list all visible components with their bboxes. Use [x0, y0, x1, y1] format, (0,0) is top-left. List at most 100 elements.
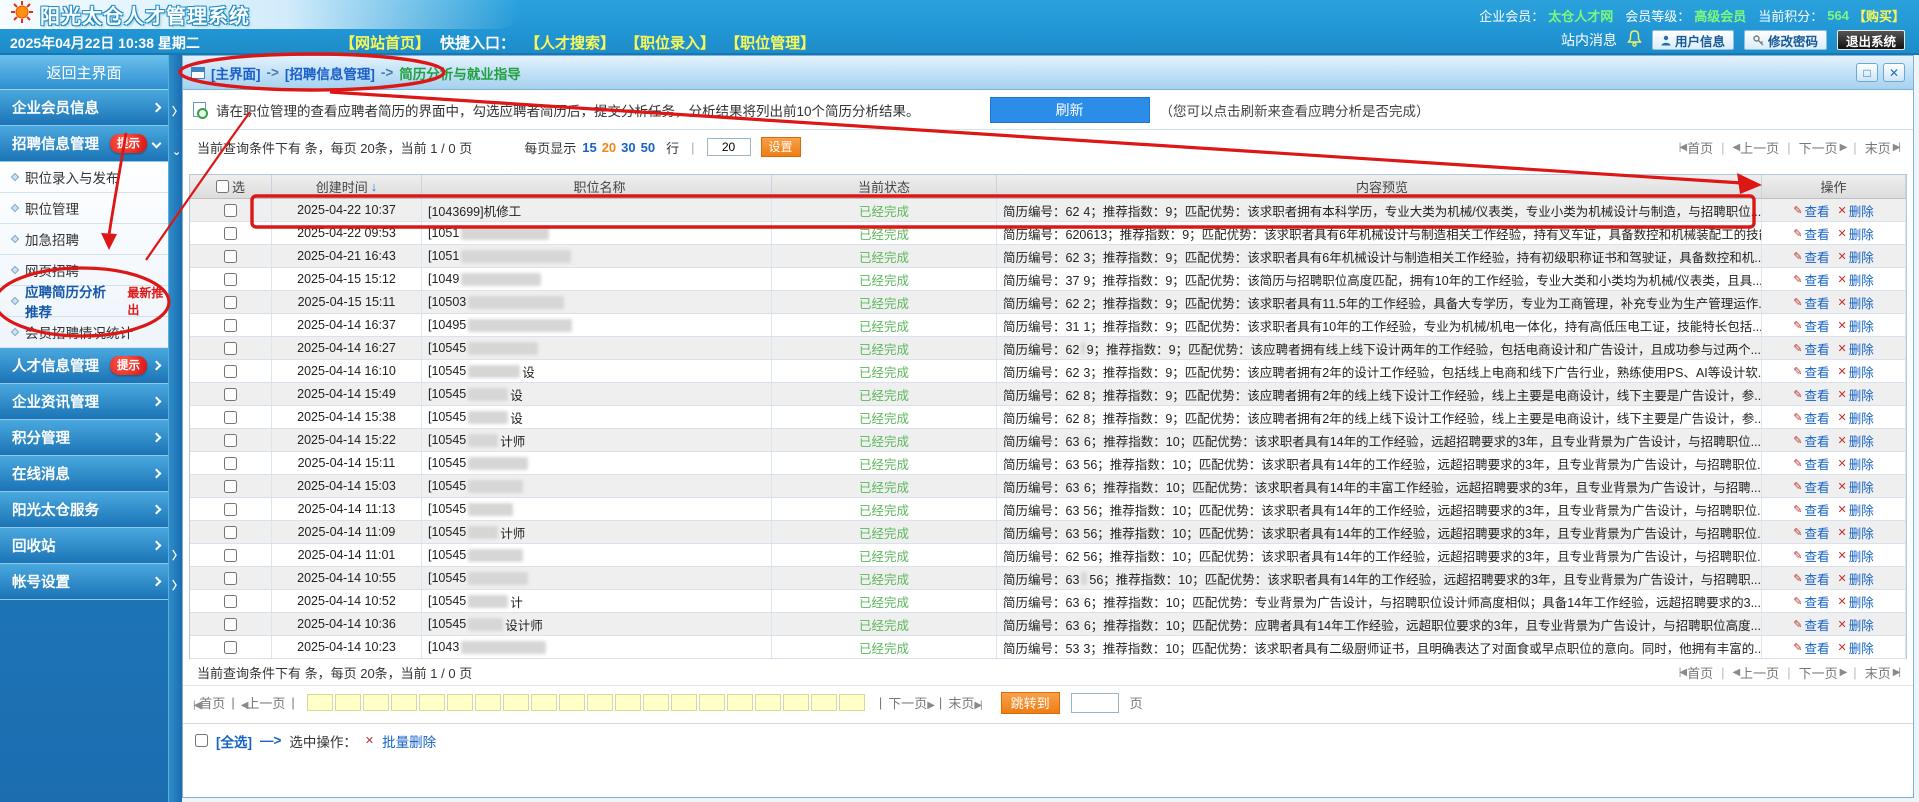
sidebar-section[interactable]: 阳光太仓服务 — [0, 492, 168, 528]
pager-prev-link[interactable]: ◀上一页 — [1732, 663, 1779, 682]
view-link[interactable]: ✎ 查看 — [1793, 546, 1829, 565]
perpage-option[interactable]: 20 — [602, 140, 616, 155]
talent-search-link[interactable]: 【人才搜索】 — [525, 32, 615, 53]
row-checkbox[interactable] — [224, 617, 237, 631]
view-link[interactable]: ✎ 查看 — [1793, 523, 1829, 542]
delete-link[interactable]: ✕ 删除 — [1838, 454, 1874, 473]
page-number-box[interactable] — [334, 694, 361, 711]
delete-link[interactable]: ✕ 删除 — [1838, 339, 1874, 358]
perpage-input[interactable] — [706, 138, 751, 156]
page-number-box[interactable] — [782, 694, 809, 711]
sidebar-section[interactable]: 企业会员信息 — [0, 90, 168, 126]
delete-link[interactable]: ✕ 删除 — [1838, 270, 1874, 289]
view-link[interactable]: ✎ 查看 — [1793, 385, 1829, 404]
select-all-link[interactable]: [全选] — [216, 731, 252, 751]
pager-prev-link[interactable]: ◀上一页 — [1732, 138, 1779, 157]
perpage-option[interactable]: 50 — [641, 140, 655, 155]
row-checkbox[interactable] — [224, 502, 237, 516]
row-checkbox[interactable] — [224, 548, 237, 562]
view-link[interactable]: ✎ 查看 — [1793, 362, 1829, 381]
row-checkbox[interactable] — [224, 433, 237, 447]
pager-last-link[interactable]: 末页▶| — [948, 693, 982, 712]
close-button[interactable]: ✕ — [1883, 63, 1905, 82]
page-number-box[interactable] — [698, 694, 725, 711]
view-link[interactable]: ✎ 查看 — [1793, 224, 1829, 243]
row-checkbox[interactable] — [224, 479, 237, 493]
page-number-box[interactable] — [726, 694, 753, 711]
pager-first-link[interactable]: |◀首页 — [1679, 138, 1713, 157]
delete-link[interactable]: ✕ 删除 — [1838, 569, 1874, 588]
page-number-box[interactable] — [446, 694, 473, 711]
page-number-box[interactable] — [642, 694, 669, 711]
back-to-main-button[interactable]: 返回主界面 — [0, 55, 168, 90]
batch-delete-link[interactable]: 批量删除 — [382, 731, 436, 751]
page-number-box[interactable] — [838, 694, 865, 711]
sidebar-section[interactable]: 回收站 — [0, 528, 168, 564]
sidebar-item[interactable]: 职位录入与发布 — [0, 162, 168, 193]
row-checkbox[interactable] — [224, 410, 237, 424]
change-password-button[interactable]: 修改密码 — [1743, 30, 1827, 50]
refresh-button[interactable]: 刷新 — [989, 96, 1150, 123]
row-checkbox[interactable] — [224, 594, 237, 608]
page-number-box[interactable] — [418, 694, 445, 711]
sidebar-item[interactable]: 加急招聘 — [0, 224, 168, 255]
page-number-box[interactable] — [502, 694, 529, 711]
breadcrumb-main[interactable]: [主界面] — [211, 63, 261, 83]
row-checkbox[interactable] — [224, 387, 237, 401]
page-number-box[interactable] — [810, 694, 837, 711]
delete-link[interactable]: ✕ 删除 — [1838, 224, 1874, 243]
view-link[interactable]: ✎ 查看 — [1793, 339, 1829, 358]
pager-first-link[interactable]: |◀首页 — [1679, 663, 1713, 682]
bell-icon[interactable] — [1627, 30, 1642, 50]
delete-link[interactable]: ✕ 删除 — [1838, 247, 1874, 266]
col-create-time[interactable]: 创建时间 ↓ — [272, 175, 422, 198]
view-link[interactable]: ✎ 查看 — [1793, 431, 1829, 450]
pager-last-link[interactable]: 末页▶| — [1865, 663, 1901, 682]
perpage-option[interactable]: 30 — [621, 140, 635, 155]
page-number-box[interactable] — [558, 694, 585, 711]
row-checkbox[interactable] — [224, 456, 237, 470]
view-link[interactable]: ✎ 查看 — [1793, 477, 1829, 496]
row-checkbox[interactable] — [224, 203, 237, 217]
row-checkbox[interactable] — [224, 272, 237, 286]
sidebar-item[interactable]: 应聘简历分析推荐 最新推出 — [0, 285, 168, 320]
view-link[interactable]: ✎ 查看 — [1793, 592, 1829, 611]
pager-first-link[interactable]: |◀首页 — [193, 693, 225, 712]
maximize-button[interactable]: □ — [1856, 63, 1878, 82]
row-checkbox[interactable] — [224, 318, 237, 332]
logout-button[interactable]: 退出系统 — [1836, 30, 1905, 50]
row-checkbox[interactable] — [224, 364, 237, 378]
view-link[interactable]: ✎ 查看 — [1793, 615, 1829, 634]
sidebar-splitter[interactable]: 〉 ⌄ 〉 〉 — [168, 55, 183, 802]
row-checkbox[interactable] — [224, 226, 237, 240]
page-number-box[interactable] — [754, 694, 781, 711]
sidebar-section[interactable]: 积分管理 — [0, 420, 168, 456]
delete-link[interactable]: ✕ 删除 — [1838, 385, 1874, 404]
sidebar-section[interactable]: 帐号设置 — [0, 564, 168, 600]
view-link[interactable]: ✎ 查看 — [1793, 201, 1829, 220]
view-link[interactable]: ✎ 查看 — [1793, 454, 1829, 473]
set-button[interactable]: 设置 — [760, 137, 801, 157]
view-link[interactable]: ✎ 查看 — [1793, 569, 1829, 588]
page-number-box[interactable] — [306, 694, 333, 711]
page-number-box[interactable] — [670, 694, 697, 711]
view-link[interactable]: ✎ 查看 — [1793, 270, 1829, 289]
sidebar-section[interactable]: 企业资讯管理 — [0, 384, 168, 420]
sidebar-section[interactable]: 招聘信息管理 提示 — [0, 126, 168, 162]
delete-link[interactable]: ✕ 删除 — [1838, 546, 1874, 565]
batch-select-checkbox[interactable] — [195, 734, 208, 747]
jump-to-button[interactable]: 跳转到 — [1000, 691, 1060, 714]
delete-link[interactable]: ✕ 删除 — [1838, 431, 1874, 450]
view-link[interactable]: ✎ 查看 — [1793, 293, 1829, 312]
delete-link[interactable]: ✕ 删除 — [1838, 408, 1874, 427]
jump-page-input[interactable] — [1070, 692, 1119, 713]
view-link[interactable]: ✎ 查看 — [1793, 638, 1829, 657]
view-link[interactable]: ✎ 查看 — [1793, 408, 1829, 427]
delete-link[interactable]: ✕ 删除 — [1838, 615, 1874, 634]
page-number-box[interactable] — [362, 694, 389, 711]
breadcrumb-recruit[interactable]: [招聘信息管理] — [285, 63, 375, 83]
sidebar-section[interactable]: 在线消息 — [0, 456, 168, 492]
delete-link[interactable]: ✕ 删除 — [1838, 293, 1874, 312]
pager-last-link[interactable]: 末页▶| — [1865, 138, 1901, 157]
sidebar-item[interactable]: 职位管理 — [0, 193, 168, 224]
